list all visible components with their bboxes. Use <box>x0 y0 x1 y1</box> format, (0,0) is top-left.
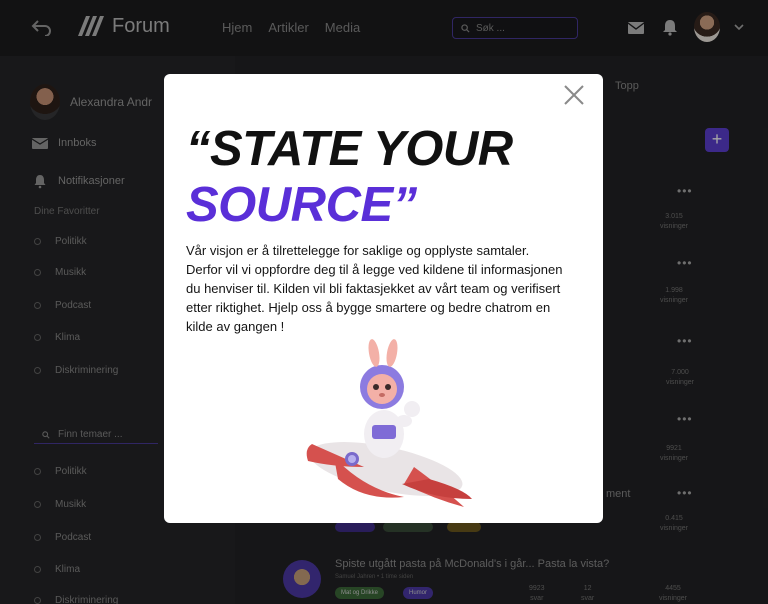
modal-body-text: Vår visjon er å tilrettelegge for saklig… <box>186 243 563 334</box>
bunny-astronaut-rocket-illustration <box>306 339 472 507</box>
source-modal: “STATE YOUR SOURCE” Vår visjon er å tilr… <box>164 74 603 523</box>
modal-headline-line2: SOURCE” <box>186 178 417 232</box>
close-icon[interactable] <box>561 82 587 108</box>
modal-headline-line1: “STATE YOUR <box>186 122 513 176</box>
app-window: Forum Hjem Artikler Media Søk ... Alexan… <box>0 0 768 604</box>
